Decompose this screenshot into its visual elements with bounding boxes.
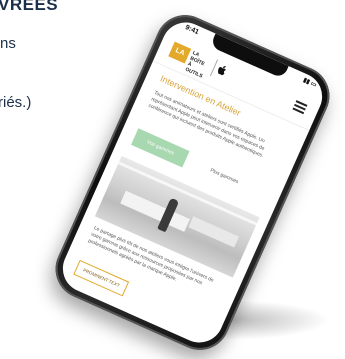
status-time: 9:41 <box>184 24 200 37</box>
background-text-line: ns <box>0 35 16 52</box>
apple-icon <box>218 66 226 76</box>
background-title: VRÉES <box>0 0 59 14</box>
more-range-link[interactable]: Plus gammes <box>195 157 253 196</box>
view-range-button[interactable]: Voir gammes <box>131 128 190 168</box>
cta-button[interactable]: PROMINENT TEXT <box>73 259 130 297</box>
menu-icon[interactable] <box>292 100 308 114</box>
logo[interactable]: LA <box>168 41 192 64</box>
background-text-line: riés.) <box>0 94 32 111</box>
